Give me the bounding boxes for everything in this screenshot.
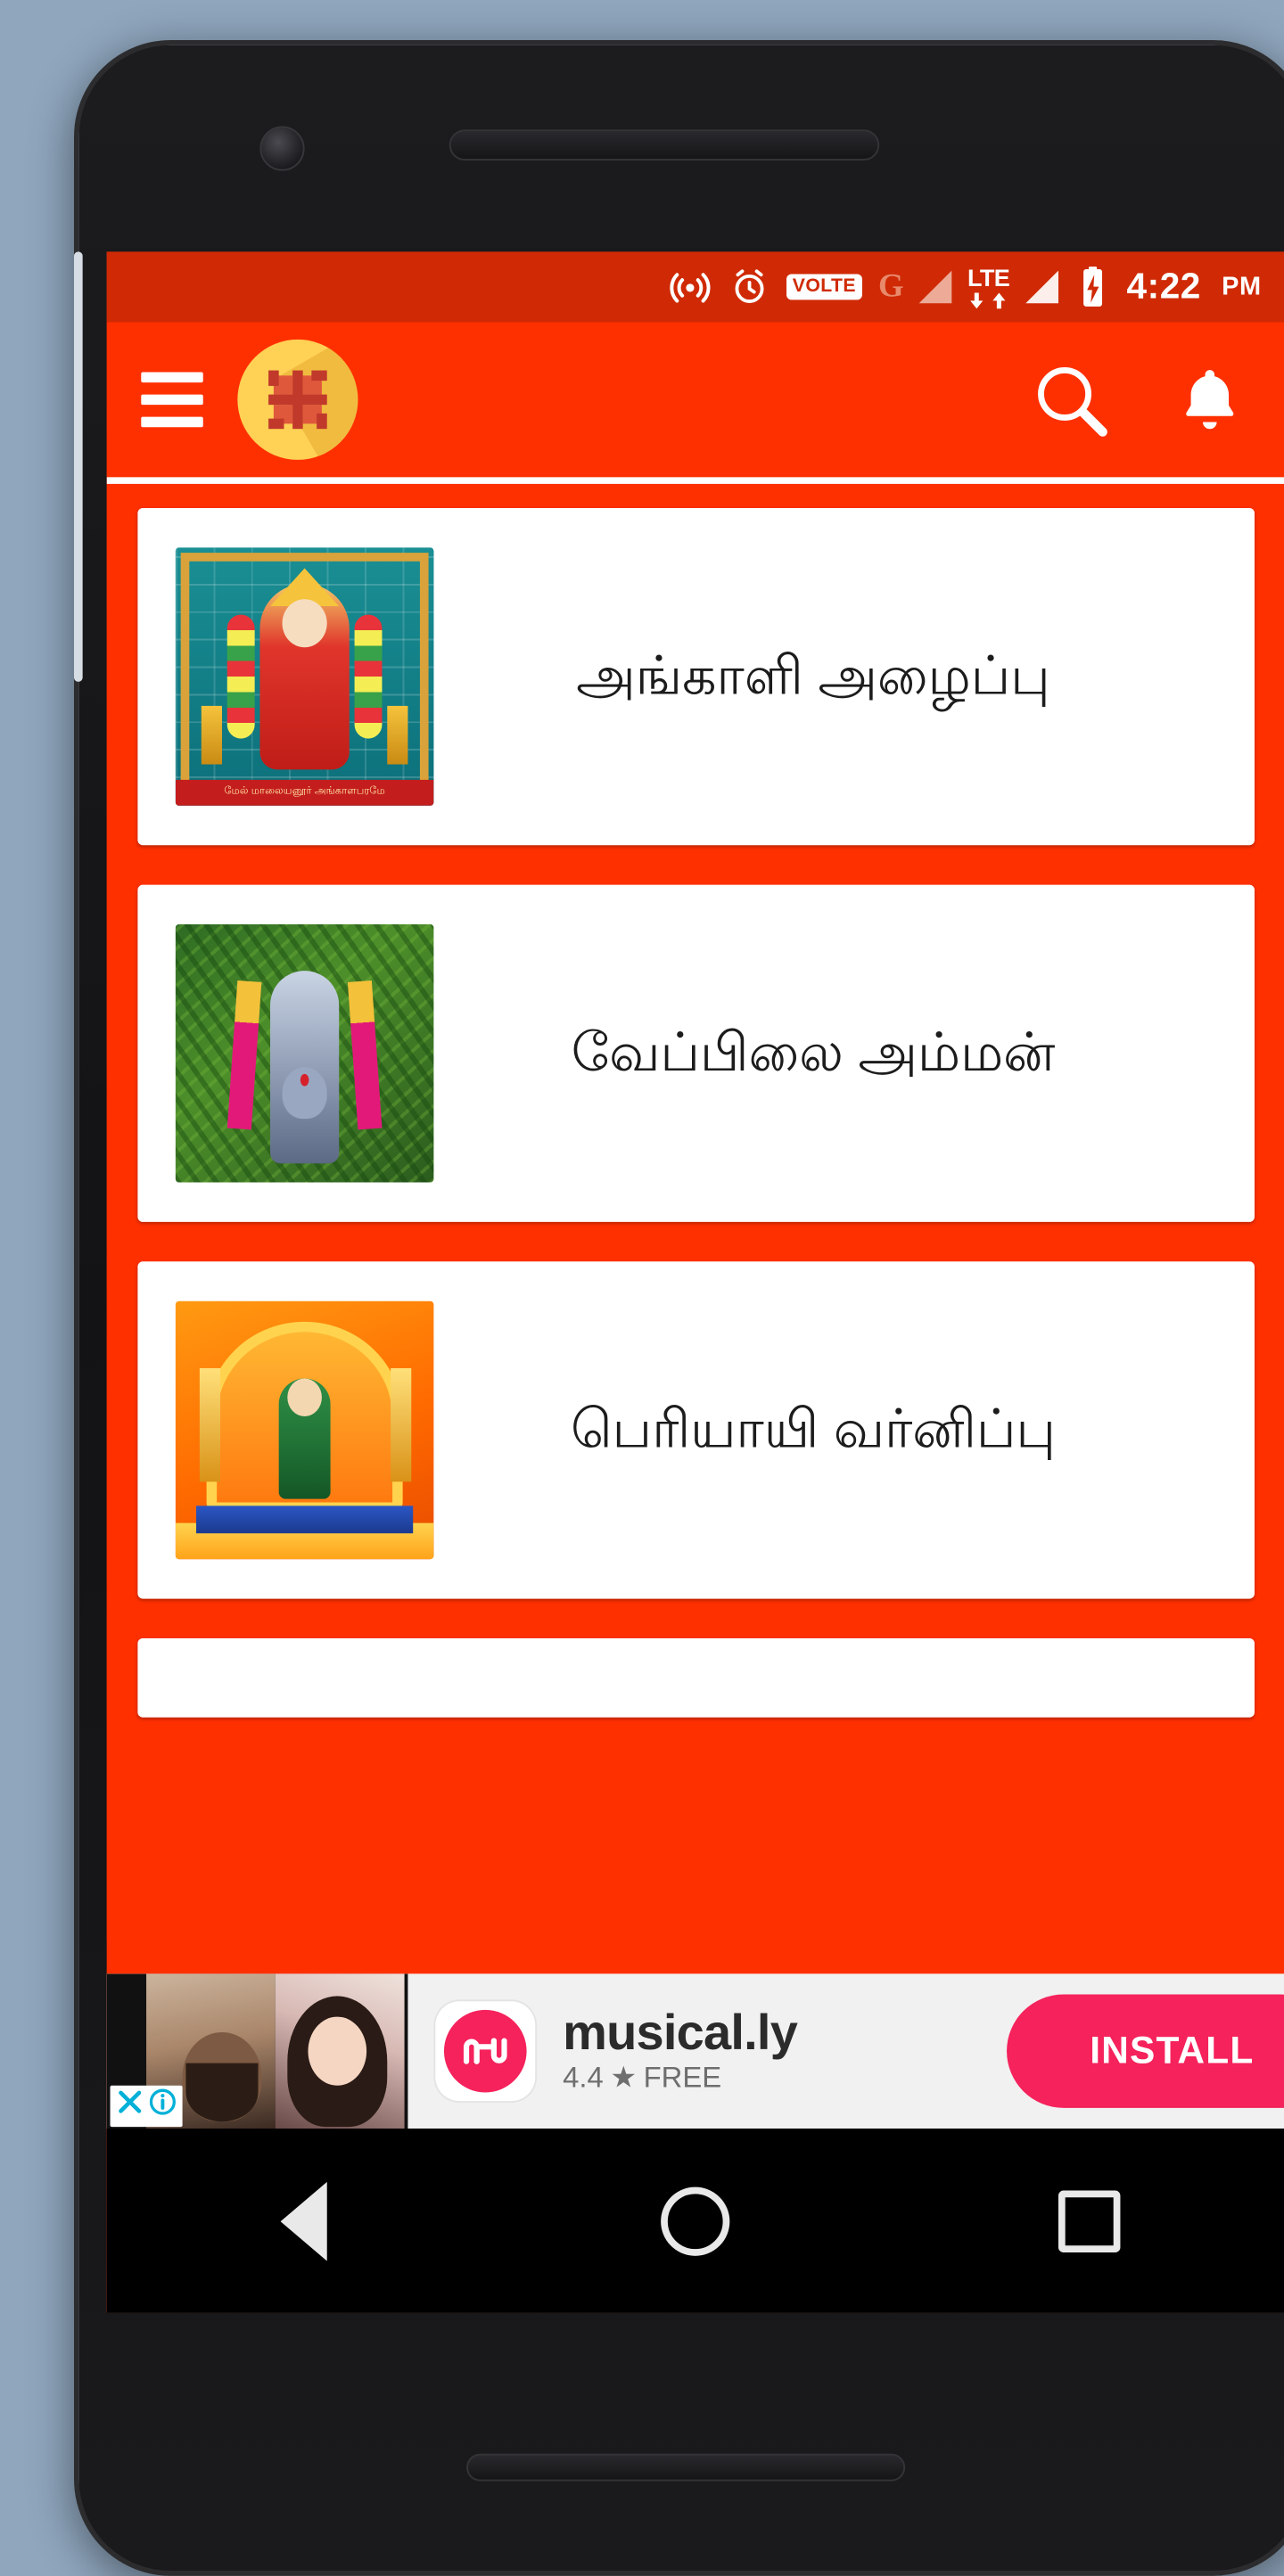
list-item-title: அங்காளி அழைப்பு <box>576 644 1050 706</box>
ad-app-meta: 4.4 ★ FREE <box>563 2063 797 2093</box>
nav-recents-icon[interactable] <box>1011 2143 1166 2298</box>
ad-badges <box>110 2085 183 2128</box>
list-item-partial[interactable] <box>137 1637 1255 1718</box>
status-bar: VOLTE G LTE 4:22 PM <box>106 251 1284 323</box>
android-navigation-bar <box>106 2129 1284 2313</box>
list-item-thumbnail-angali-amman: மேல் மாலையனூர் அங்காளபரமே <box>175 547 434 806</box>
list-item-thumbnail-periyayi-amman <box>175 1300 434 1560</box>
status-bar-ampm: PM <box>1222 272 1262 302</box>
earpiece-speaker <box>449 129 880 161</box>
thumbnail-caption: மேல் மாலையனூர் அங்காளபரமே <box>175 779 434 806</box>
nav-home-icon[interactable] <box>619 2143 774 2298</box>
list-item[interactable]: மேல் மாலையனூர் அங்காளபரமே அங்காளி அழைப்ப… <box>137 507 1255 846</box>
ad-text-block: musical.ly 4.4 ★ FREE <box>563 2006 798 2093</box>
list-item[interactable]: வேப்பிலை அம்மன் <box>137 884 1255 1222</box>
app-bar <box>106 322 1284 478</box>
ad-price-label: FREE <box>643 2061 722 2095</box>
list-item[interactable]: பெரியாயி வர்னிப்பு <box>137 1261 1255 1599</box>
list-item-title: வேப்பிலை அம்மன் <box>571 1021 1056 1082</box>
front-camera <box>259 126 305 171</box>
ad-info-icon[interactable] <box>148 2088 177 2125</box>
lte-data-icon: LTE <box>967 265 1010 309</box>
swastika-logo-icon <box>237 339 358 460</box>
alarm-clock-icon <box>727 266 770 308</box>
nav-back-icon[interactable] <box>226 2143 381 2298</box>
cast-screen-icon <box>667 265 712 309</box>
bottom-speaker <box>466 2453 906 2482</box>
ad-video-thumbnail[interactable] <box>106 1973 408 2129</box>
battery-charging-icon <box>1074 265 1111 309</box>
ad-banner[interactable]: musical.ly 4.4 ★ FREE INSTALL <box>106 1973 1284 2129</box>
notifications-bell-icon[interactable] <box>1172 362 1247 438</box>
ad-app-title: musical.ly <box>563 2006 798 2062</box>
ad-install-button[interactable]: INSTALL <box>1007 1994 1284 2108</box>
ad-rating-value: 4.4 <box>563 2061 604 2095</box>
content-list[interactable]: மேல் மாலையனூர் அங்காளபரமே அங்காளி அழைப்ப… <box>106 483 1284 1940</box>
ad-close-icon[interactable] <box>115 2088 144 2125</box>
phone-side-trim-left <box>74 251 83 682</box>
list-item-thumbnail-veppilai-amman <box>175 924 434 1183</box>
ad-info: musical.ly 4.4 ★ FREE <box>407 2001 1007 2102</box>
musically-app-icon <box>435 2001 536 2102</box>
app-bar-divider <box>106 477 1284 484</box>
hamburger-menu-icon[interactable] <box>141 372 203 428</box>
volte-badge: VOLTE <box>786 274 863 300</box>
search-icon[interactable] <box>1027 357 1114 443</box>
list-item-title: பெரியாயி வர்னிப்பு <box>570 1398 1056 1459</box>
phone-frame: VOLTE G LTE 4:22 PM மேல் மாலையனூர் அங்கா… <box>74 40 1284 2576</box>
gprs-icon: G <box>878 267 904 305</box>
status-bar-clock: 4:22 <box>1126 266 1201 307</box>
signal-bars-sim2-icon <box>1025 270 1058 304</box>
signal-bars-sim1-icon <box>918 270 952 304</box>
phone-screen: VOLTE G LTE 4:22 PM மேல் மாலையனூர் அங்கா… <box>106 251 1284 2313</box>
star-icon: ★ <box>610 2061 637 2095</box>
